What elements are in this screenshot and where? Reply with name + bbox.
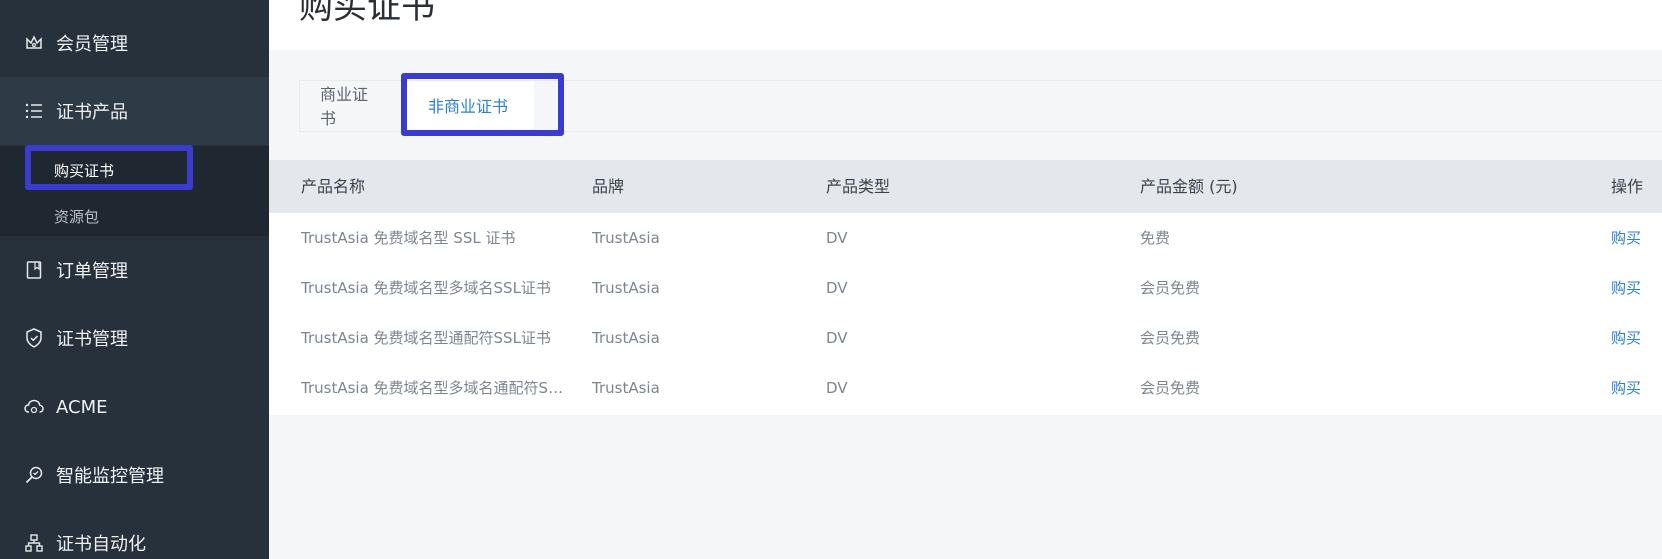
- sidebar-item-label: 证书管理: [56, 329, 128, 350]
- sidebar-item-smart-monitoring[interactable]: 智能监控管理: [0, 441, 269, 509]
- sidebar: 会员管理 证书产品 购买证书 资源包 订单管理 证书管理 ACME 智能监控管理…: [0, 0, 269, 559]
- sidebar-item-member-management[interactable]: 会员管理: [0, 9, 269, 77]
- brand-cell: TrustAsia: [592, 279, 660, 297]
- price-cell: 会员免费: [1140, 279, 1201, 297]
- column-header-brand: 品牌: [592, 177, 625, 196]
- tab-commercial-certificate[interactable]: 商业证书: [300, 81, 402, 129]
- table-header: 产品名称 品牌 产品类型 产品金额 (元) 操作: [269, 160, 1662, 213]
- sidebar-item-label: 订单管理: [56, 261, 128, 282]
- buy-link[interactable]: 购买: [1611, 213, 1641, 263]
- sidebar-item-label: 证书自动化: [56, 534, 146, 555]
- main-content: 购买证书 商业证书 非商业证书 产品名称 品牌 产品类型 产品金额 (元) 操作…: [269, 0, 1662, 559]
- product-table: 产品名称 品牌 产品类型 产品金额 (元) 操作 TrustAsia 免费域名型…: [269, 160, 1662, 415]
- table-row: TrustAsia 免费域名型多域名通配符SS... TrustAsia DV …: [269, 363, 1662, 413]
- page-title: 购买证书: [299, 0, 435, 27]
- brand-cell: TrustAsia: [592, 329, 660, 347]
- product-name-cell: TrustAsia 免费域名型多域名通配符SS...: [301, 379, 571, 397]
- sidebar-item-acme[interactable]: ACME: [0, 373, 269, 441]
- sidebar-item-certificate-products[interactable]: 证书产品: [0, 77, 269, 145]
- app-root: 会员管理 证书产品 购买证书 资源包 订单管理 证书管理 ACME 智能监控管理…: [0, 0, 1662, 559]
- type-cell: DV: [826, 379, 848, 397]
- product-name-cell: TrustAsia 免费域名型通配符SSL证书: [301, 329, 551, 347]
- list-icon: [24, 101, 44, 121]
- column-header-product-name: 产品名称: [301, 177, 366, 196]
- product-name-cell: TrustAsia 免费域名型 SSL 证书: [301, 229, 516, 247]
- sidebar-item-label: 会员管理: [56, 34, 128, 55]
- brand-cell: TrustAsia: [592, 379, 660, 397]
- price-cell: 免费: [1140, 229, 1171, 247]
- shield-check-icon: [24, 328, 44, 348]
- bookmark-icon: [24, 260, 44, 280]
- sidebar-subitem-buy-certificate[interactable]: 购买证书: [54, 160, 114, 181]
- column-header-action: 操作: [1611, 177, 1644, 196]
- table-row: TrustAsia 免费域名型通配符SSL证书 TrustAsia DV 会员免…: [269, 313, 1662, 363]
- product-name-cell: TrustAsia 免费域名型多域名SSL证书: [301, 279, 551, 297]
- sidebar-item-label: ACME: [56, 396, 108, 418]
- cloud-sync-icon: [24, 397, 44, 417]
- sidebar-item-order-management[interactable]: 订单管理: [0, 236, 269, 304]
- org-chart-icon: [24, 533, 44, 553]
- column-header-price: 产品金额 (元): [1140, 177, 1238, 196]
- table-row: TrustAsia 免费域名型 SSL 证书 TrustAsia DV 免费 购…: [269, 213, 1662, 263]
- sidebar-subitem-resource-pack[interactable]: 资源包: [54, 206, 99, 227]
- buy-link[interactable]: 购买: [1611, 313, 1641, 363]
- page-header: 购买证书: [269, 0, 1662, 50]
- brand-cell: TrustAsia: [592, 229, 660, 247]
- sidebar-item-label: 智能监控管理: [56, 466, 164, 487]
- sidebar-item-label: 证书产品: [56, 102, 128, 123]
- search-monitor-icon: [24, 465, 44, 485]
- type-cell: DV: [826, 279, 848, 297]
- price-cell: 会员免费: [1140, 329, 1201, 347]
- buy-link[interactable]: 购买: [1611, 363, 1641, 413]
- table-row: TrustAsia 免费域名型多域名SSL证书 TrustAsia DV 会员免…: [269, 263, 1662, 313]
- column-header-product-type: 产品类型: [826, 177, 891, 196]
- type-cell: DV: [826, 229, 848, 247]
- sidebar-item-certificate-automation[interactable]: 证书自动化: [0, 509, 269, 559]
- type-cell: DV: [826, 329, 848, 347]
- crown-icon: [24, 33, 44, 53]
- buy-link[interactable]: 购买: [1611, 263, 1641, 313]
- price-cell: 会员免费: [1140, 379, 1201, 397]
- tab-selection-highlight: [401, 73, 564, 136]
- sidebar-item-certificate-management[interactable]: 证书管理: [0, 304, 269, 372]
